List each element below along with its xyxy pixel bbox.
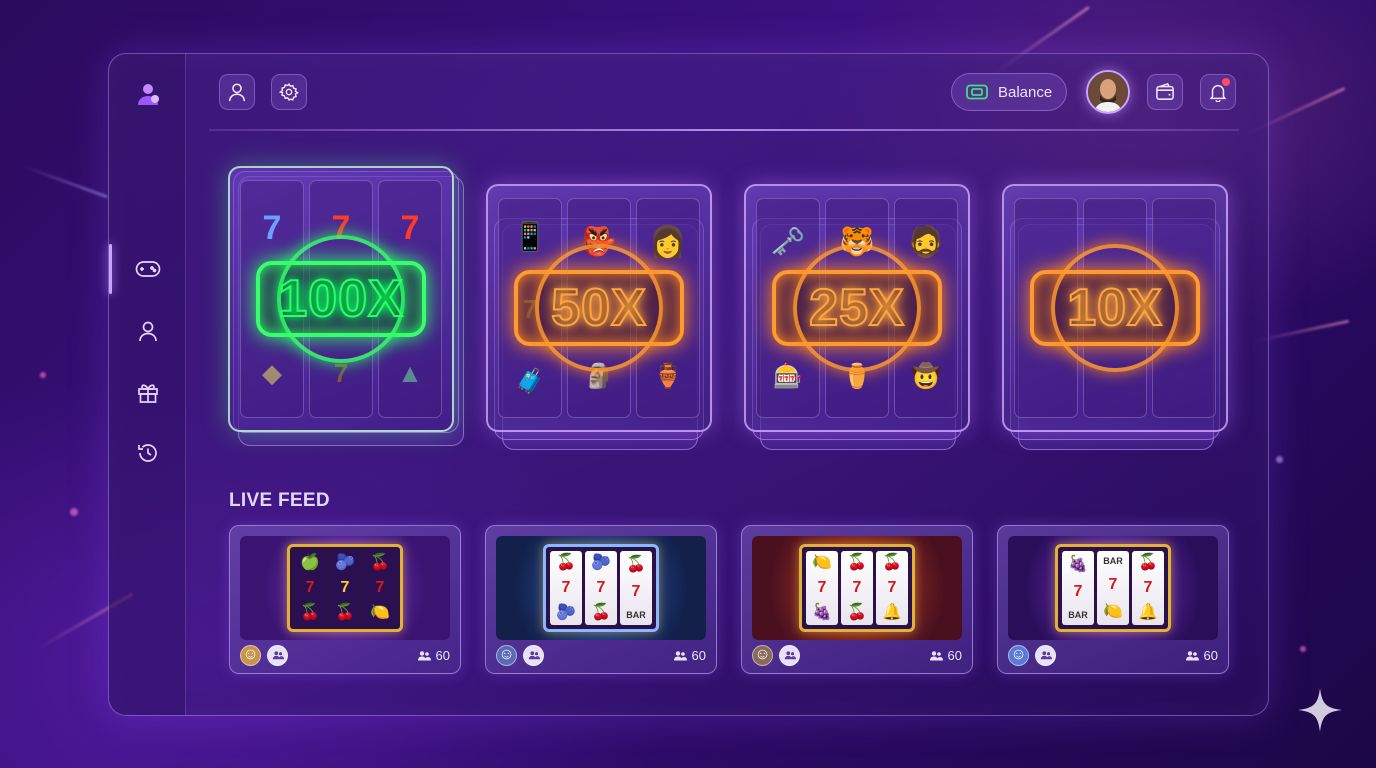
user-icon	[228, 83, 246, 102]
wallet-icon	[1156, 83, 1174, 100]
group-icon[interactable]	[1035, 644, 1056, 666]
sidebar-item-rewards[interactable]	[133, 377, 163, 407]
viewer-count: 60	[929, 648, 962, 663]
live-feed-card[interactable]: 🍇 7 BAR BAR 7 🍋 🍒 7 🔔 ☺ 60	[997, 525, 1229, 674]
player-avatar[interactable]: ☺	[752, 644, 773, 666]
player-avatar[interactable]: ☺	[1008, 644, 1029, 666]
header-divider	[209, 129, 1239, 131]
sidebar-item-history[interactable]	[133, 438, 163, 468]
sidebar-item-games[interactable]	[133, 254, 163, 284]
user-avatar[interactable]	[1086, 70, 1130, 114]
user-icon	[139, 321, 157, 342]
settings-button[interactable]	[271, 74, 307, 110]
sidebar	[109, 54, 186, 715]
slot-machine-thumbnail: 🍇 7 BAR BAR 7 🍋 🍒 7 🔔	[1055, 544, 1171, 632]
multiplier-card-10x[interactable]: 10X	[1002, 184, 1228, 450]
live-feed-card[interactable]: 🍋 7 🍇 🍒 7 🍒 🍒 7 🔔 ☺ 60	[741, 525, 973, 674]
users-icon	[673, 650, 687, 660]
live-feed-title: LIVE FEED	[229, 490, 330, 511]
group-icon[interactable]	[267, 644, 288, 666]
multiplier-card-25x[interactable]: 🗝️ 🎰 🐯 ⚱️ 🧔 🤠 25X	[744, 184, 970, 450]
viewer-count: 60	[1185, 648, 1218, 663]
slot-machine-thumbnail: 🍒 7 🫐 🫐 7 🍒 🍒 7 BAR	[543, 544, 659, 632]
live-feed-card[interactable]: 🍏 7 🍒 🫐 7 🍒 🍒 7 🍋 ☺ 60	[229, 525, 461, 674]
gift-icon	[138, 384, 158, 403]
multiplier-card-100x[interactable]: 7 ◆ 77 7 ▲ 100X	[228, 166, 464, 446]
group-icon[interactable]	[779, 644, 800, 666]
gear-icon	[279, 82, 299, 101]
sidebar-item-profile[interactable]	[133, 316, 163, 346]
live-feed-card[interactable]: 🍒 7 🫐 🫐 7 🍒 🍒 7 BAR ☺ 60	[485, 525, 717, 674]
multiplier-badge: 100X	[256, 261, 426, 337]
users-icon	[417, 650, 431, 660]
app-logo-icon[interactable]	[133, 79, 163, 109]
viewer-count: 60	[673, 648, 706, 663]
notifications-button[interactable]	[1200, 74, 1236, 110]
multiplier-badge: 25X	[772, 270, 942, 346]
history-icon	[138, 444, 157, 462]
app-window: Balance 7◆ 77 7▲ 100X 📱7🧳 👺🗿	[108, 53, 1269, 716]
multiplier-card-50x[interactable]: 📱7🧳 👺🗿 👩🏺 50X	[486, 184, 712, 450]
gamepad-icon	[135, 261, 161, 277]
cash-icon	[966, 84, 988, 100]
slot-machine-thumbnail: 🍋 7 🍇 🍒 7 🍒 🍒 7 🔔	[799, 544, 915, 632]
wallet-button[interactable]	[1147, 74, 1183, 110]
multiplier-badge: 50X	[514, 270, 684, 346]
multiplier-badge: 10X	[1030, 270, 1200, 346]
sparkle-icon	[1298, 688, 1342, 732]
player-avatar[interactable]: ☺	[496, 644, 517, 666]
viewer-count: 60	[417, 648, 450, 663]
balance-button[interactable]: Balance	[951, 73, 1067, 111]
slot-machine-thumbnail: 🍏 7 🍒 🫐 7 🍒 🍒 7 🍋	[287, 544, 403, 632]
group-icon[interactable]	[523, 644, 544, 666]
users-icon	[929, 650, 943, 660]
notification-dot	[1222, 78, 1230, 86]
sidebar-active-indicator	[109, 244, 112, 294]
profile-button[interactable]	[219, 74, 255, 110]
users-icon	[1185, 650, 1199, 660]
balance-label: Balance	[998, 83, 1053, 101]
player-avatar[interactable]: ☺	[240, 644, 261, 666]
